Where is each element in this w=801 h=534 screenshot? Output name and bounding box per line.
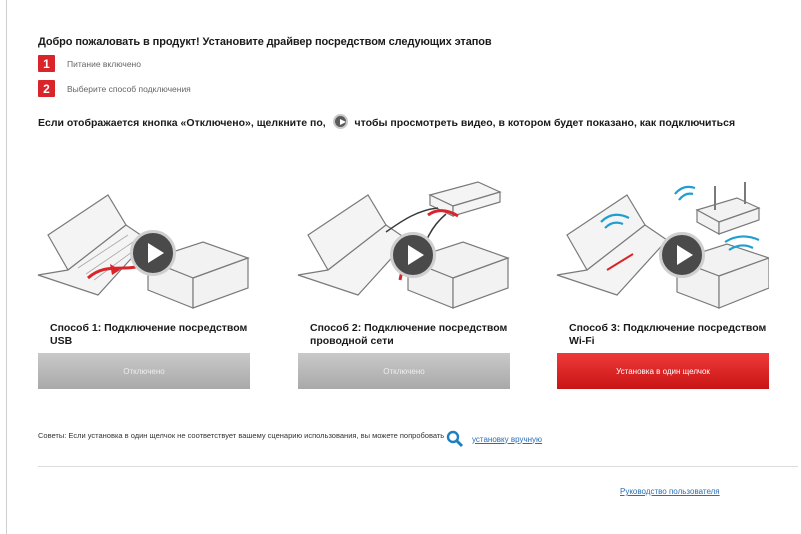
play-video-button[interactable] (390, 232, 436, 278)
method-title: Способ 3: Подключение посредством Wi-Fi (569, 322, 767, 347)
manual-install-link[interactable]: установку вручную (472, 435, 542, 444)
usb-disabled-button: Отключено (38, 353, 250, 389)
step-number-badge: 2 (38, 80, 55, 97)
step-label: Выберите способ подключения (67, 83, 191, 94)
play-video-button[interactable] (130, 230, 176, 276)
usb-connection-illustration (28, 180, 250, 310)
wifi-connection-illustration (547, 180, 769, 310)
divider (38, 466, 798, 467)
welcome-heading: Добро пожаловать в продукт! Установите д… (38, 36, 492, 48)
video-hint-text-end: чтобы просмотреть видео, в котором будет… (354, 117, 736, 129)
method-usb: Способ 1: Подключение посредством USB От… (28, 180, 250, 389)
play-video-button[interactable] (659, 232, 705, 278)
video-hint-text-start: Если отображается кнопка «Отключено», ще… (38, 117, 326, 129)
one-click-install-button[interactable]: Установка в один щелчок (557, 353, 769, 389)
step-label: Питание включено (67, 58, 141, 69)
step-2: 2 Выберите способ подключения (38, 80, 191, 97)
step-1: 1 Питание включено (38, 55, 141, 72)
method-title: Способ 1: Подключение посредством USB (50, 322, 248, 347)
video-hint: Если отображается кнопка «Отключено», ще… (38, 114, 778, 131)
user-guide-link[interactable]: Руководство пользователя (620, 487, 720, 496)
play-icon (332, 114, 348, 129)
search-icon (446, 430, 464, 448)
manual-install: установку вручную (446, 430, 542, 448)
method-title: Способ 2: Подключение посредством провод… (310, 322, 508, 347)
wired-disabled-button: Отключено (298, 353, 510, 389)
window-border (6, 0, 7, 534)
tips-text: Советы: Если установка в один щелчок не … (38, 431, 445, 440)
method-wired: Способ 2: Подключение посредством провод… (288, 180, 510, 389)
method-wifi: Способ 3: Подключение посредством Wi-Fi … (547, 180, 769, 389)
step-number-badge: 1 (38, 55, 55, 72)
wired-network-illustration (288, 180, 510, 310)
